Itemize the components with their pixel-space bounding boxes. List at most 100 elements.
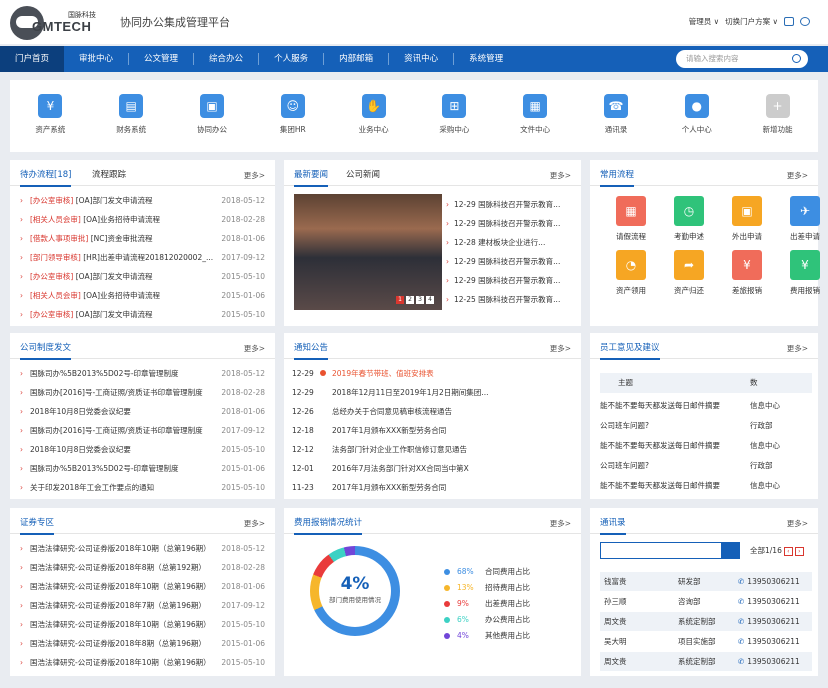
list-item[interactable]: 12-29 2018年12月11日至2019年1月2日期间集团... <box>284 384 581 402</box>
list-item[interactable]: 能不能不要每天都发送每日邮件摘要 信息中心 <box>590 477 818 495</box>
tab-todo[interactable]: 待办流程[18] <box>20 168 72 187</box>
process-item[interactable]: ➦ 资产归还 <box>660 250 718 296</box>
more-link[interactable]: 更多> <box>787 343 808 354</box>
list-item[interactable]: 能不能不要每天都发送每日邮件摘要 信息中心 <box>590 397 818 415</box>
carousel-dot[interactable]: 2 <box>406 296 414 304</box>
list-item[interactable]: › 国浩法律研究-公司证券版2018年10期（总第196期） 2015-05-10 <box>10 654 275 672</box>
prev-page-icon[interactable]: ‹ <box>783 547 793 556</box>
more-link[interactable]: 更多> <box>787 518 808 529</box>
more-link[interactable]: 更多> <box>550 170 571 181</box>
list-item[interactable]: 12-29 2019年春节带班、值班安排表 <box>284 365 581 383</box>
list-item[interactable]: › 国脉司办[2016]号-工商证照/资质证书印章管理制度 2018-02-28 <box>10 384 275 402</box>
list-item[interactable]: › 国脉司办[2016]号-工商证照/资质证书印章管理制度 2017-09-12 <box>10 422 275 440</box>
list-item[interactable]: › 2018年10月8日党委会议纪要 2018-01-06 <box>10 403 275 421</box>
app-office[interactable]: ▣ 协同办公 <box>177 94 247 152</box>
process-item[interactable]: ◔ 资产领用 <box>602 250 660 296</box>
process-item[interactable]: ✈ 出差申请 <box>776 196 828 242</box>
contact-phone[interactable]: 13950306211 <box>738 612 800 631</box>
portal-switch[interactable]: 切换门户方案 ∨ <box>725 16 778 27</box>
more-link[interactable]: 更多> <box>244 518 265 529</box>
list-item[interactable]: › 12-29 国脉科技召开警示教育... <box>446 272 576 290</box>
contact-phone[interactable]: 13950306211 <box>738 652 800 671</box>
app-add[interactable]: + 新增功能 <box>743 94 813 152</box>
list-item[interactable]: › [办公室审核] [OA]部门发文申请流程 2018-05-12 <box>10 192 275 210</box>
list-item[interactable]: › [办公室审核] [OA]部门发文申请流程 2015-05-10 <box>10 306 275 324</box>
contact-row[interactable]: 孙三顺 咨询部 13950306211 <box>600 592 812 611</box>
contact-phone[interactable]: 13950306211 <box>738 572 800 591</box>
app-personal[interactable]: ● 个人中心 <box>662 94 732 152</box>
list-item[interactable]: › [相关人员会审] [OA]业务招待申请流程 2015-01-06 <box>10 287 275 305</box>
list-item[interactable]: › 国浩法律研究-公司证券版2018年8期（总第196期） 2015-01-06 <box>10 635 275 653</box>
nav-item-system[interactable]: 系统管理 <box>454 46 518 72</box>
list-item[interactable]: › [部门领导审核] [HR]出差申请流程2018120200​02_... 201… <box>10 249 275 267</box>
list-item[interactable]: › 2018年10月8日党委会议纪要 2015-05-10 <box>10 441 275 459</box>
user-menu[interactable]: 管理员 ∨ <box>689 16 719 27</box>
list-item[interactable]: 公司班车问题? 行政部 <box>590 457 818 475</box>
app-hr[interactable]: ☺ 集团HR <box>258 94 328 152</box>
list-item[interactable]: › 12-28 建材板块企业进行... <box>446 234 576 252</box>
list-item[interactable]: › 12-25 国脉科技召开警示教育... <box>446 291 576 309</box>
list-item[interactable]: › 国浩法律研究-公司证券版2018年10期（总第196期） 2018-01-06 <box>10 578 275 596</box>
list-item[interactable]: 12-12 法务部门针对企业工作职信修订意见通告 <box>284 441 581 459</box>
list-item[interactable]: › 12-29 国脉科技召开警示教育... <box>446 196 576 214</box>
list-item[interactable]: 12-01 2016年7月法务部门针对XX合同当中第X <box>284 460 581 478</box>
tab-latest-news[interactable]: 最新要闻 <box>294 168 329 187</box>
list-item[interactable]: › 12-29 国脉科技召开警示教育... <box>446 253 576 271</box>
more-link[interactable]: 更多> <box>550 518 571 529</box>
app-finance[interactable]: ▤ 财务系统 <box>96 94 166 152</box>
list-item[interactable]: 公司班车问题? 行政部 <box>590 417 818 435</box>
list-item[interactable]: 12-18 2017年1月颁布XXX新型劳务合同 <box>284 422 581 440</box>
list-item[interactable]: › 国浩法律研究-公司证券版2018年7期（总第196期） 2017-09-12 <box>10 597 275 615</box>
contact-phone[interactable]: 13950306211 <box>738 592 800 611</box>
carousel-dot[interactable]: 4 <box>426 296 434 304</box>
app-business[interactable]: ✋ 业务中心 <box>339 94 409 152</box>
contact-phone[interactable]: 13950306211 <box>738 632 800 651</box>
process-item[interactable]: ▣ 外出申请 <box>718 196 776 242</box>
tab-tracking[interactable]: 流程跟踪 <box>92 168 126 180</box>
list-item[interactable]: › 国脉司办%5B2013%5D02号-印章管理制度 2018-05-12 <box>10 365 275 383</box>
search-input[interactable]: 请输入搜索内容 <box>676 50 808 68</box>
contact-row[interactable]: 周文贵 系统定制部 13950306211 <box>600 652 812 671</box>
list-item[interactable]: › [相关人员会审] [OA]业务招待申请流程 2018-02-28 <box>10 211 275 229</box>
list-item[interactable]: 11-23 2017年1月颁布XXX新型劳务合同 <box>284 479 581 497</box>
contact-search-input[interactable] <box>600 542 740 559</box>
process-item[interactable]: ▦ 请假流程 <box>602 196 660 242</box>
more-link[interactable]: 更多> <box>550 343 571 354</box>
nav-item-info[interactable]: 资讯中心 <box>389 46 453 72</box>
app-files[interactable]: ▦ 文件中心 <box>500 94 570 152</box>
list-item[interactable]: › 关于印发2018年工会工作要点的通知 2015-05-10 <box>10 479 275 497</box>
list-item[interactable]: › [办公室审核] [OA]部门发文申请流程 2015-05-10 <box>10 268 275 286</box>
list-item[interactable]: › 国浩法律研究-公司证券版2018年10期（总第196期） 2015-05-10 <box>10 616 275 634</box>
app-contacts[interactable]: ☎ 通讯录 <box>581 94 651 152</box>
more-link[interactable]: 更多> <box>244 170 265 181</box>
contact-row[interactable]: 吴大明 项目实施部 13950306211 <box>600 632 812 651</box>
search-icon[interactable] <box>792 54 801 63</box>
list-item[interactable]: › [借款人事项审批] [NC]资金审批流程 2018-01-06 <box>10 230 275 248</box>
logout-icon[interactable] <box>800 17 810 26</box>
nav-item-approval[interactable]: 审批中心 <box>64 46 128 72</box>
nav-item-home[interactable]: 门户首页 <box>0 46 65 72</box>
news-photo[interactable]: 1234 <box>294 194 442 310</box>
mail-icon[interactable] <box>784 17 794 26</box>
tab-company-news[interactable]: 公司新闻 <box>346 168 380 180</box>
process-item[interactable]: ◷ 考勤申述 <box>660 196 718 242</box>
more-link[interactable]: 更多> <box>244 343 265 354</box>
carousel-dot[interactable]: 1 <box>396 296 404 304</box>
company-logo[interactable]: 国脉科技 GMTECH <box>10 6 120 40</box>
nav-item-documents[interactable]: 公文管理 <box>129 46 193 72</box>
process-item[interactable]: ¥ 差旅报销 <box>718 250 776 296</box>
carousel-dot[interactable]: 3 <box>416 296 424 304</box>
list-item[interactable]: › 国脉司办%5B2013%5D02号-印章管理制度 2015-01-06 <box>10 460 275 478</box>
list-item[interactable]: 12-26 总经办关于合同意见稿审核流程通告 <box>284 403 581 421</box>
contact-row[interactable]: 钱富贵 研发部 13950306211 <box>600 572 812 591</box>
list-item[interactable]: › 国浩法律研究-公司证券版2018年10期（总第196期） 2018-05-12 <box>10 540 275 558</box>
app-purchase[interactable]: ⊞ 采购中心 <box>419 94 489 152</box>
list-item[interactable]: 能不能不要每天都发送每日邮件摘要 信息中心 <box>590 437 818 455</box>
nav-item-personal[interactable]: 个人服务 <box>259 46 323 72</box>
contact-row[interactable]: 周文贵 系统定制部 13950306211 <box>600 612 812 631</box>
list-item[interactable]: › 12-29 国脉科技召开警示教育... <box>446 215 576 233</box>
more-link[interactable]: 更多> <box>787 170 808 181</box>
list-item[interactable]: › 国浩法律研究-公司证券版2018年8期（总第192期） 2018-02-28 <box>10 559 275 577</box>
process-item[interactable]: ¥ 费用报销 <box>776 250 828 296</box>
nav-item-office[interactable]: 综合办公 <box>194 46 258 72</box>
